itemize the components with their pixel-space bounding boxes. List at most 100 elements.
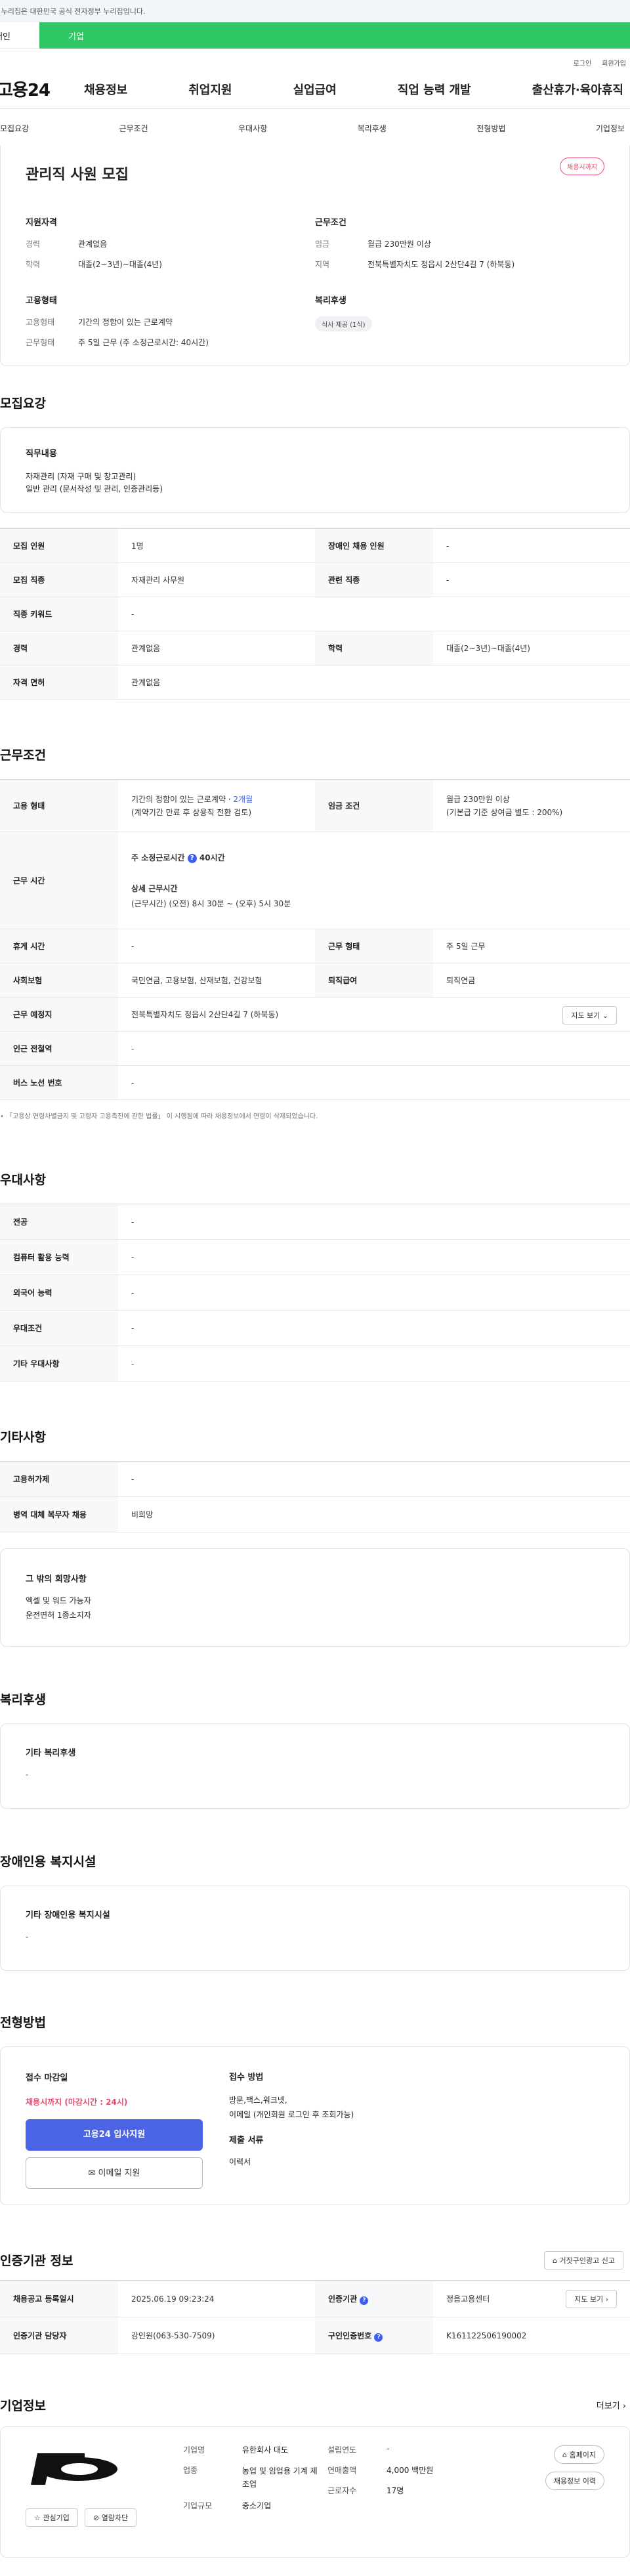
table-row: 전공 - [0,1204,630,1240]
emp-heading: 고용형태 [26,296,57,306]
block-icon: ⊘ [93,2514,100,2522]
cert-org-value: 정읍고용센터 [446,2294,490,2304]
row-label: 컴퓨터 활용 능력 [0,1239,118,1275]
emp-form-label: 근무형태 [26,338,55,347]
info-icon[interactable]: ? [187,853,197,863]
false-ad-report-button[interactable]: ⌂ 거짓구인광고 신고 [544,2251,623,2270]
disability-section-title: 장애인용 복지시설 [0,1855,96,1869]
block-company-button[interactable]: ⊘ 열람차단 [84,2508,137,2527]
tab-company-label: 기업 [68,32,84,42]
table-row: 자격 면허 관계없음 [0,665,630,700]
anchor-selection[interactable]: 전형방법 [476,123,505,134]
qual-edu-value: 대졸(2~3년)~대졸(4년) [78,260,162,269]
emp-type-value: 기간의 정함이 있는 근로계약 [78,318,173,327]
tab-individual[interactable]: 개인 [0,22,39,49]
row-value: 1명 [118,528,315,563]
company-field-label: 업종 [183,2466,198,2475]
favorite-company-button[interactable]: ☆ 관심기업 [26,2508,78,2527]
table-row: 모집 인원 1명 장애인 채용 인원 - [0,528,630,563]
row-label: 모집 직종 [0,562,118,597]
row-label: 사회보험 [0,963,118,998]
anchor-preference[interactable]: 우대사항 [238,123,267,134]
block-company-label: 열람차단 [101,2514,129,2522]
login-link[interactable]: 로그인 [574,58,592,70]
tab-individual-label: 개인 [0,32,10,42]
apply-card: 접수 마감일 채용시까지 (마감시간 : 24시) 고용24 입사지원 ✉ 이메… [0,2046,630,2205]
tab-company[interactable]: 기업 [39,22,630,49]
cert-map-button[interactable]: 지도 보기 › [566,2290,617,2308]
hours-main-value: 40시간 [199,853,225,862]
company-field-label: 연매출액 [327,2466,357,2475]
place-cell: 전북특별자치도 정읍시 2산단4길 7 (하북동) 지도 보기 ⌄ [118,997,630,1032]
anchor-company[interactable]: 기업정보 [596,123,625,134]
wish-line: 운전면허 1종소지자 [26,1611,91,1620]
global-nav: 고용24 채용정보 취업지원 실업급여 직업 능력 개발 출산휴가·육아휴직 [0,70,630,109]
apply-button[interactable]: 고용24 입사지원 [26,2119,203,2151]
table-row: 인근 전철역 - [0,1031,630,1066]
anchor-recruit[interactable]: 모집요강 [0,123,29,134]
company-info-col2: 설립연도 - 연매출액 4,000 백만원 근로자수 17명 [327,2444,485,2540]
row-value: 자재관리 사무원 [118,562,315,597]
etc-table: 고용허가제 - 병역 대체 복무자 채용 비희망 [0,1461,630,1532]
cert-org-cell: 정읍고용센터 지도 보기 › [433,2280,630,2317]
row-value: - [118,1204,630,1240]
row-value: - [118,597,630,631]
cond-heading: 근무조건 [315,218,346,228]
join-link[interactable]: 회원가입 [602,58,626,70]
anchor-welfare[interactable]: 복리후생 [358,123,387,134]
audience-tabs: 개인 기업 [0,22,630,49]
welfare-section-title: 복리후생 [0,1693,46,1707]
table-row: 우대조건 - [0,1310,630,1346]
question-icon[interactable]: ? [360,2296,369,2305]
work-section-title: 근무조건 [0,748,46,763]
map-button[interactable]: 지도 보기 ⌄ [562,1006,617,1024]
company-field-value: 4,000 백만원 [387,2466,434,2475]
place-value: 전북특별자치도 정읍시 2산단4길 7 (하북동) [131,1010,279,1019]
row-value: - [433,528,630,563]
anchor-work-conditions[interactable]: 근무조건 [119,123,148,134]
gnb-item-employment-support[interactable]: 취업지원 [188,81,232,98]
row-value: 퇴직연금 [433,963,630,998]
row-label: 경력 [0,631,118,665]
row-label: 근무 시간 [0,832,118,929]
row-value: 강인원(063-530-7509) [118,2317,315,2354]
cert-number-label-text: 구인인증번호 [328,2331,372,2340]
gnb-item-jobs[interactable]: 채용정보 [84,81,127,98]
job-summary-card: 관리직 사원 모집 채용시까지 지원자격 경력 관계없음 학력 대졸(2~3년)~대… [0,146,630,366]
company-more-link[interactable]: 더보기 › [597,2399,626,2411]
table-row: 근무 예정지 전북특별자치도 정읍시 2산단4길 7 (하북동) 지도 보기 ⌄ [0,997,630,1032]
duty-line: 일반 관리 (문서작성 및 관리, 인증관리등) [26,484,163,494]
cert-map-label: 지도 보기 [574,2295,604,2304]
table-row: 모집 직종 자재관리 사무원 관련 직종 - [0,562,630,597]
cert-number-label: 구인인증번호 ? [315,2317,433,2354]
row-value: - [118,1461,630,1497]
question-icon[interactable]: ? [374,2333,383,2342]
row-label: 관련 직종 [315,562,433,597]
section-anchor-nav: 모집요강 근무조건 우대사항 복리후생 전형방법 기업정보 [0,109,630,148]
row-label: 근무 예정지 [0,997,118,1032]
email-apply-button[interactable]: ✉ 이메일 지원 [26,2157,203,2189]
emp-type-cell: 기간의 정함이 있는 근로계약 · 2개월 (계약기간 만료 후 상용직 전환 … [118,779,315,832]
disability-sub-heading: 기타 장애인용 복지시설 [26,1911,110,1920]
age-law-note: • 「고용상 연령차별금지 및 고령자 고용촉진에 관한 법률」 이 시행됨에 … [0,1110,630,1120]
gnb-item-unemployment-benefit[interactable]: 실업급여 [293,81,337,98]
cond-wage-value: 월급 230만원 이상 [368,240,431,249]
row-value: 비희망 [118,1496,630,1532]
welfare-chip: 식사 제공 (1식) [315,316,372,331]
row-label: 기타 우대사항 [0,1345,118,1382]
row-value: - [118,1065,630,1100]
gnb-item-vocational-training[interactable]: 직업 능력 개발 [398,81,471,98]
company-field-value: 17명 [387,2486,404,2495]
row-value: - [118,1031,630,1066]
hiring-history-button[interactable]: 채용정보 이력 [545,2472,604,2490]
etc-section-title: 기타사항 [0,1430,46,1445]
deadline-heading: 접수 마감일 [26,2073,68,2083]
favorite-company-label: 관심기업 [43,2514,70,2522]
site-logo[interactable]: 고용24 [0,77,84,101]
table-row: 고용 형태 기간의 정함이 있는 근로계약 · 2개월 (계약기간 만료 후 상… [0,779,630,832]
row-label: 모집 인원 [0,528,118,563]
homepage-button[interactable]: ⌂ 홈페이지 [554,2445,604,2464]
gnb-item-parental-leave[interactable]: 출산휴가·육아휴직 [532,81,623,98]
company-section-title: 기업정보 [0,2399,46,2413]
welfare-card: 기타 복리후생 - [0,1723,630,1809]
